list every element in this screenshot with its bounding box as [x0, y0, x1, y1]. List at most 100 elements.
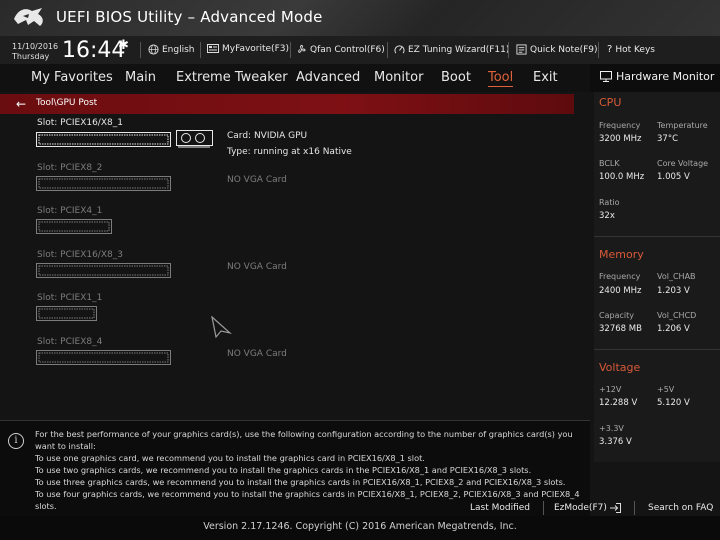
tab-advanced[interactable]: Advanced [296, 70, 360, 85]
app-title: UEFI BIOS Utility – Advanced Mode [56, 8, 323, 26]
vol-chab-label: Vol_CHAB [657, 272, 696, 281]
tab-monitor[interactable]: Monitor [374, 70, 423, 85]
hot-keys-label: Hot Keys [615, 44, 655, 55]
slot-label: Slot: PCIEX16/X8_1 [37, 118, 123, 128]
language-button[interactable]: English [148, 44, 195, 55]
help-text-line: To use three graphics cards, we recommen… [35, 477, 566, 487]
divider [200, 42, 201, 58]
capacity-label: Capacity [599, 311, 634, 320]
cpu-heading: CPU [599, 96, 622, 109]
tab-my-favorites[interactable]: My Favorites [31, 70, 113, 85]
rog-logo-icon [14, 8, 43, 26]
ez-tuning-wizard-button[interactable]: EZ Tuning Wizard(F11) [394, 44, 509, 55]
tab-exit[interactable]: Exit [533, 70, 558, 85]
core-voltage-value: 1.005 V [657, 172, 690, 182]
card-status: Type: running at x16 Native [227, 147, 352, 157]
slot-label: Slot: PCIEX4_1 [37, 206, 103, 216]
search-faq-button[interactable]: Search on FAQ [648, 503, 713, 513]
info-icon: i [8, 433, 24, 449]
hardware-monitor-label: Hardware Monitor [616, 70, 715, 83]
quick-note-button[interactable]: Quick Note(F9) [516, 44, 598, 55]
v33-value: 3.376 V [599, 437, 632, 447]
ezmode-label: EzMode(F7) [554, 503, 607, 513]
tab-tool[interactable]: Tool [488, 70, 514, 87]
v12-value: 12.288 V [599, 398, 638, 408]
cpu-frequency-value: 3200 MHz [599, 134, 642, 144]
exit-arrow-icon [609, 503, 621, 513]
date-text: 11/10/2016 [12, 42, 59, 51]
bclk-label: BCLK [599, 159, 620, 168]
card-status: NO VGA Card [227, 175, 287, 185]
bclk-value: 100.0 MHz [599, 172, 645, 182]
tab-main[interactable]: Main [125, 70, 156, 85]
pcie-slot-x16-icon [36, 130, 213, 148]
mouse-cursor-icon [211, 316, 232, 338]
tuning-icon [394, 45, 405, 54]
my-favorite-label: MyFavorite(F3) [222, 44, 289, 54]
divider [594, 236, 720, 237]
card-status: NO VGA Card [227, 349, 287, 359]
monitor-icon [600, 71, 612, 82]
v5-label: +5V [657, 385, 675, 394]
voltage-heading: Voltage [599, 361, 641, 374]
day-text: Thursday [12, 52, 50, 61]
v12-label: +12V [599, 385, 622, 394]
core-voltage-label: Core Voltage [657, 159, 709, 168]
help-text-line: For the best performance of your graphic… [35, 429, 573, 439]
divider [598, 42, 599, 58]
hotkeys-icon: ? [607, 44, 613, 55]
pcie-slot-x16-icon [36, 263, 171, 278]
cpu-temperature-value: 37°C [657, 134, 679, 144]
help-text-line: slots. [35, 501, 57, 511]
v33-label: +3.3V [599, 424, 624, 433]
divider [543, 501, 544, 515]
divider [508, 42, 509, 58]
memory-frequency-label: Frequency [599, 272, 641, 281]
favorite-icon [207, 44, 219, 53]
language-label: English [162, 44, 195, 55]
ratio-value: 32x [599, 211, 615, 221]
breadcrumb-path: Tool\GPU Post [36, 98, 98, 108]
cpu-temperature-label: Temperature [657, 121, 708, 130]
divider [634, 501, 635, 515]
divider [387, 42, 388, 58]
pcie-slot-x4-icon [36, 219, 112, 234]
pcie-slot-x16-icon [36, 176, 171, 191]
pcie-slot-x1-icon [36, 306, 97, 321]
back-arrow-icon[interactable]: ← [16, 97, 26, 111]
divider [594, 349, 720, 350]
ez-tuning-wizard-label: EZ Tuning Wizard(F11) [408, 44, 510, 55]
clock-settings-icon[interactable]: ✱ [118, 38, 129, 53]
my-favorite-button[interactable]: MyFavorite(F3) [207, 44, 289, 54]
help-text-line: want to install: [35, 441, 96, 451]
clock: 16:44 [62, 38, 126, 63]
cpu-frequency-label: Frequency [599, 121, 641, 130]
footer-version: Version 2.17.1246. Copyright (C) 2016 Am… [203, 521, 517, 532]
vol-chab-value: 1.203 V [657, 286, 690, 296]
note-icon [516, 44, 527, 55]
last-modified-button[interactable]: Last Modified [470, 503, 530, 513]
capacity-value: 32768 MB [599, 324, 642, 334]
v5-value: 5.120 V [657, 398, 690, 408]
slot-label: Slot: PCIEX8_4 [37, 337, 103, 347]
divider [140, 42, 141, 58]
card-status: NO VGA Card [227, 262, 287, 272]
pcie-slot-x16-icon [36, 350, 171, 365]
qfan-control-button[interactable]: Qfan Control(F6) [296, 44, 385, 55]
slot-label: Slot: PCIEX16/X8_3 [37, 250, 123, 260]
hot-keys-button[interactable]: ? Hot Keys [607, 44, 655, 55]
tab-boot[interactable]: Boot [441, 70, 471, 85]
ezmode-button[interactable]: EzMode(F7) [554, 503, 621, 513]
help-text-line: To use two graphics cards, we recommend … [35, 465, 532, 475]
slot-label: Slot: PCIEX8_2 [37, 163, 103, 173]
hardware-monitor-title: Hardware Monitor [600, 70, 714, 83]
help-text-line: To use one graphics card, we recommend y… [35, 453, 425, 463]
card-name: Card: NVIDIA GPU [227, 131, 308, 141]
date-display: 11/10/2016 Thursday [12, 42, 58, 62]
tab-extreme-tweaker[interactable]: Extreme Tweaker [176, 70, 288, 85]
qfan-control-label: Qfan Control(F6) [310, 44, 385, 55]
ratio-label: Ratio [599, 198, 620, 207]
memory-frequency-value: 2400 MHz [599, 286, 642, 296]
divider [290, 42, 291, 58]
vol-chcd-label: Vol_CHCD [657, 311, 697, 320]
